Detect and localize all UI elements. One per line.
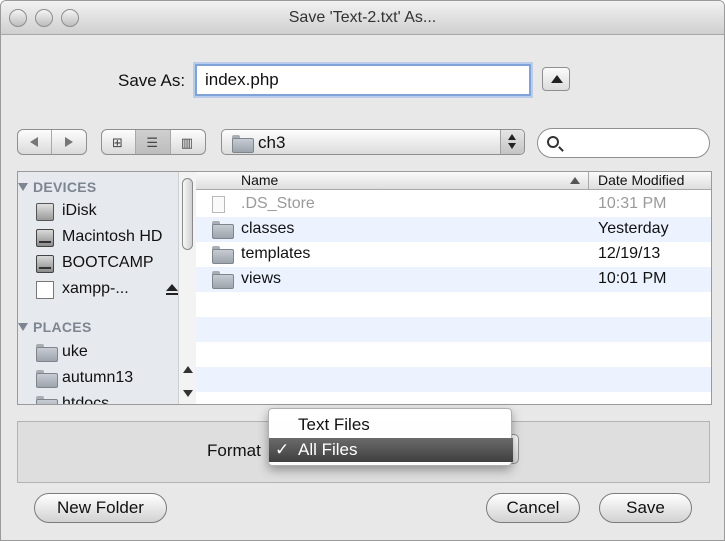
disclosure-triangle-icon [18,323,28,331]
arrow-left-icon [30,137,38,147]
sidebar-places-header[interactable]: PLACES [18,319,92,335]
scrollbar-thumb[interactable] [182,178,193,250]
folder-icon [36,344,58,362]
eject-icon[interactable] [166,284,178,295]
list-icon: ☰ [146,135,158,150]
sidebar: DEVICES iDisk Macintosh HD BOOTCAMP xamp… [18,172,178,404]
save-button[interactable]: Save [599,493,692,523]
hard-drive-icon [36,255,54,273]
grid-icon: ⊞ [112,135,123,150]
folder-icon [232,135,254,153]
format-dropdown-menu: Text Files ✓ All Files [268,408,513,466]
arrow-right-icon [65,137,74,147]
empty-row [196,292,711,317]
folder-icon [212,246,234,264]
scroll-down-arrow-icon[interactable] [183,390,193,397]
scroll-up-arrow-icon[interactable] [183,366,193,373]
hard-drive-icon [36,229,54,247]
empty-row [196,342,711,367]
file-row[interactable]: templates 12/19/13 [196,242,711,267]
folder-icon [36,396,58,404]
sidebar-devices-header[interactable]: DEVICES [18,179,97,195]
idisk-icon [36,203,54,221]
file-row[interactable]: views 10:01 PM [196,267,711,292]
location-label: ch3 [258,133,286,152]
search-field[interactable] [537,128,710,158]
folder-icon [212,271,234,289]
document-icon [212,196,225,213]
forward-button[interactable] [52,130,86,154]
empty-row [196,317,711,342]
new-folder-button[interactable]: New Folder [34,493,167,523]
chevron-up-icon [508,134,516,140]
file-browser: DEVICES iDisk Macintosh HD BOOTCAMP xamp… [17,171,712,405]
sort-ascending-icon [570,177,580,184]
menu-item-all-files[interactable]: ✓ All Files [269,438,513,462]
file-list-header: Name Date Modified [196,172,711,190]
chevron-down-icon [508,143,516,149]
format-label: Format [207,441,261,460]
columns-icon: ▥ [180,135,193,150]
sidebar-scrollbar[interactable] [178,172,196,404]
folder-icon [36,370,58,388]
popup-arrows [500,130,524,154]
view-mode-control: ⊞ ☰ ▥ [101,129,206,155]
window-title: Save 'Text-2.txt' As... [288,9,437,26]
column-header-name[interactable]: Name [241,172,278,188]
file-row[interactable]: classes Yesterday [196,217,711,242]
triangle-up-icon [551,75,563,83]
cancel-button[interactable]: Cancel [486,493,580,523]
list-view-button[interactable]: ☰ [136,130,171,154]
menu-item-text-files[interactable]: Text Files [269,413,513,437]
back-button[interactable] [18,130,53,154]
column-view-button[interactable]: ▥ [171,130,205,154]
icon-view-button[interactable]: ⊞ [102,130,137,154]
save-as-label: Save As: [118,71,186,90]
folder-icon [212,221,234,239]
location-popup[interactable]: ch3 [221,129,525,155]
title-bar[interactable]: Save 'Text-2.txt' As... [1,1,724,35]
search-icon [547,136,559,148]
sidebar-item-xampp[interactable]: xampp-... [36,279,178,303]
save-as-input[interactable] [195,64,531,96]
back-forward-control [17,129,87,155]
file-row[interactable]: .DS_Store 10:31 PM [196,192,711,217]
checkmark-icon: ✓ [275,440,290,459]
save-dialog: Save 'Text-2.txt' As... Save As: ⊞ ☰ ▥ c… [0,0,725,541]
collapse-dialog-button[interactable] [542,67,570,91]
disclosure-triangle-icon [18,183,28,191]
column-header-date-modified[interactable]: Date Modified [598,172,684,188]
empty-row [196,367,711,392]
volume-icon [36,281,54,299]
file-list: Name Date Modified .DS_Store 10:31 PM cl… [196,172,711,404]
